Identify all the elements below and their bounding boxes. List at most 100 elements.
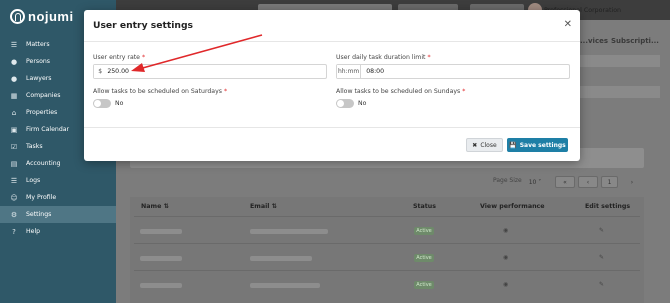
next-page-button[interactable]: › [622, 176, 642, 188]
table-header-name[interactable]: Name ⇅ [141, 203, 169, 210]
sidebar-item-label: Companies [26, 92, 61, 99]
required-marker: * [141, 54, 146, 61]
time-unit-addon: hh:mm [337, 65, 362, 78]
sort-icon: ⇅ [163, 203, 169, 210]
field-label-text: User daily task duration limit [336, 54, 426, 61]
list-icon: ☰ [10, 176, 18, 185]
page-size-label: Page Size [493, 177, 522, 184]
sidebar-item-label: Properties [26, 109, 58, 116]
tab-services[interactable]: ...vices [580, 37, 608, 45]
sidebar-item-label: Lawyers [26, 75, 52, 82]
sidebar-item-my-profile[interactable]: ☺ My Profile [0, 189, 116, 206]
table-cell-name [140, 283, 182, 288]
daily-limit-label: User daily task duration limit * [336, 54, 431, 61]
row-divider [134, 216, 640, 217]
toggle-knob [337, 100, 344, 107]
table-cell-name [140, 229, 182, 234]
close-button[interactable]: ✖ Close [466, 138, 503, 152]
building-icon: ▦ [10, 91, 18, 100]
status-badge: Active [414, 281, 434, 289]
modal-footer-divider [84, 127, 580, 128]
tab-subscriptions[interactable]: Subscripti... [611, 37, 659, 45]
modal-title: User entry settings [93, 20, 193, 31]
app-logo[interactable]: nojumi [10, 6, 74, 26]
page-size-value: 10 [528, 178, 537, 186]
eye-icon[interactable]: ◉ [503, 281, 508, 288]
chevron-down-icon: ˅ [538, 178, 542, 186]
logo-text: nojumi [28, 8, 74, 24]
sidebar-item-label: Logs [26, 177, 41, 184]
sidebar-item-label: Tasks [26, 143, 43, 150]
status-badge: Active [414, 227, 434, 235]
row-divider [134, 270, 640, 271]
table-cell-name [140, 256, 182, 261]
sundays-toggle-value: No [358, 100, 367, 107]
double-chevron-left-icon: « [563, 178, 567, 186]
help-icon: ? [12, 227, 16, 236]
sidebar-item-label: Help [26, 228, 41, 235]
sidebar-item-label: My Profile [26, 194, 57, 201]
required-marker: * [223, 88, 228, 95]
close-icon: ✖ [472, 141, 478, 149]
house-icon: ⌂ [11, 108, 17, 117]
required-marker: * [427, 54, 431, 61]
entry-rate-input[interactable] [106, 65, 326, 78]
wallet-icon: ▤ [10, 159, 18, 168]
sidebar-item-logs[interactable]: ☰ Logs [0, 172, 116, 189]
first-page-button[interactable]: « [555, 176, 575, 188]
sidebar-item-label: Persons [26, 58, 51, 65]
person-icon: ● [10, 57, 18, 66]
chevron-right-icon: › [630, 178, 634, 186]
edit-icon[interactable]: ✎ [599, 254, 604, 261]
header-label: Name [141, 203, 162, 210]
eye-icon[interactable]: ◉ [503, 254, 508, 261]
sidebar-item-label: Settings [26, 211, 52, 218]
close-icon[interactable]: ✕ [564, 19, 572, 30]
edit-icon[interactable]: ✎ [599, 227, 604, 234]
table-cell-email [250, 229, 328, 234]
toggle-knob [94, 100, 101, 107]
currency-addon: $ [94, 65, 107, 78]
modal-header: User entry settings ✕ [84, 10, 580, 42]
sidebar-item-label: Firm Calendar [26, 126, 70, 133]
field-label-text: Allow tasks to be scheduled on Saturdays [93, 88, 222, 95]
daily-limit-input[interactable] [361, 65, 569, 78]
table-header-status: Status [413, 203, 437, 210]
sidebar-item-label: Accounting [26, 160, 61, 167]
field-label-text: User entry rate [93, 54, 140, 61]
user-entry-settings-modal: User entry settings ✕ User entry rate * $… [84, 10, 580, 161]
sidebar-item-label: Matters [26, 41, 50, 48]
page-size-select[interactable]: 10 ˅ [524, 176, 546, 188]
page-number[interactable]: 1 [601, 176, 618, 188]
status-badge: Active [414, 254, 434, 262]
required-marker: * [462, 88, 466, 95]
logo-mark-icon [10, 8, 25, 24]
sidebar-item-settings[interactable]: ⚙ Settings [0, 206, 116, 223]
table-header-view-performance: View performance [480, 203, 545, 210]
saturdays-toggle-value: No [115, 100, 124, 107]
table-header-email[interactable]: Email ⇅ [250, 203, 277, 210]
sundays-toggle[interactable] [336, 99, 354, 108]
checkbox-icon: ☑ [10, 142, 18, 151]
header-label: Email [250, 203, 270, 210]
entry-rate-field[interactable]: $ [93, 64, 327, 79]
user-circle-icon: ☺ [10, 193, 18, 202]
users-icon: ● [10, 74, 18, 83]
row-divider [134, 243, 640, 244]
chevron-left-icon: ‹ [586, 178, 590, 186]
users-table [130, 197, 644, 303]
edit-icon[interactable]: ✎ [599, 281, 604, 288]
table-header-edit-settings: Edit settings [585, 203, 631, 210]
daily-limit-field[interactable]: hh:mm [336, 64, 570, 79]
save-settings-button[interactable]: 💾 Save settings [507, 138, 568, 152]
calendar-icon: ▣ [10, 125, 18, 134]
sidebar-item-help[interactable]: ? Help [0, 223, 116, 240]
saturdays-label: Allow tasks to be scheduled on Saturdays… [93, 88, 227, 95]
save-button-label: Save settings [519, 141, 566, 149]
table-cell-email [250, 256, 312, 261]
saturdays-toggle[interactable] [93, 99, 111, 108]
eye-icon[interactable]: ◉ [503, 227, 508, 234]
prev-page-button[interactable]: ‹ [578, 176, 598, 188]
save-icon: 💾 [509, 141, 517, 149]
close-button-label: Close [480, 141, 497, 149]
